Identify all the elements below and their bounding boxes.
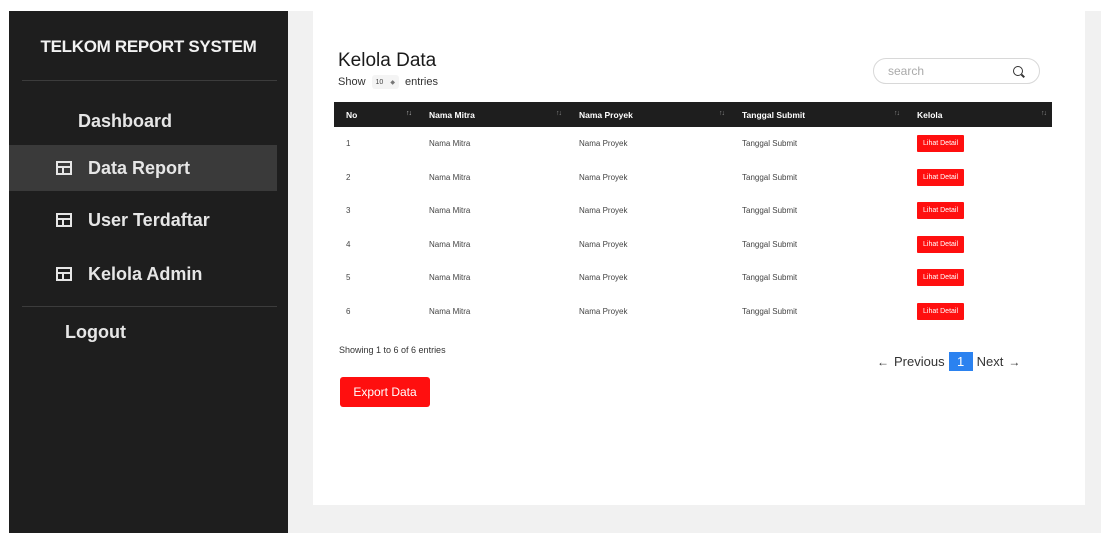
data-table: No ↑↓ Nama Mitra ↑↓ Nama Proyek ↑↓ Tanggal … — [334, 102, 1052, 328]
column-header-nama-proyek[interactable]: Nama Proyek ↑↓ — [567, 102, 730, 127]
sidebar-item-data-report[interactable]: Data Report — [9, 145, 277, 191]
entries-value: 10 — [375, 78, 384, 86]
cell-nama-proyek: Nama Proyek — [579, 172, 628, 182]
sidebar-item-dashboard[interactable]: Dashboard — [9, 98, 277, 144]
lihat-detail-button[interactable]: Lihat Detail — [917, 168, 965, 186]
cell-nama-mitra: Nama Mitra — [429, 139, 471, 149]
cell-no: 2 — [346, 172, 351, 182]
sidebar-item-kelola-admin[interactable]: Kelola Admin — [9, 251, 277, 297]
column-header-nama-mitra[interactable]: Nama Mitra ↑↓ — [417, 102, 567, 127]
cell-nama-proyek: Nama Proyek — [579, 306, 628, 316]
table-row: 5 Nama Mitra Nama Proyek Tanggal Submit … — [334, 261, 1052, 295]
cell-no: 5 — [346, 273, 351, 283]
select-caret-icon: ◆ — [390, 79, 395, 86]
sidebar-divider — [22, 306, 277, 307]
table-header-row: No ↑↓ Nama Mitra ↑↓ Nama Proyek ↑↓ Tanggal … — [334, 102, 1052, 127]
next-page-button[interactable]: Next — [977, 354, 1004, 369]
table-row: 1 Nama Mitra Nama Proyek Tanggal Submit … — [334, 127, 1052, 161]
cell-nama-proyek: Nama Proyek — [579, 273, 628, 283]
sort-icon: ↑↓ — [719, 110, 725, 117]
show-label: Show — [338, 76, 366, 88]
sort-icon: ↑↓ — [556, 110, 562, 117]
arrow-right-icon: → — [1008, 354, 1021, 369]
column-header-kelola[interactable]: Kelola ↑↓ — [905, 102, 1052, 127]
cell-kelola: Lihat Detail — [905, 261, 1052, 295]
cell-no: 4 — [346, 239, 351, 249]
cell-no: 3 — [346, 206, 351, 216]
app-window: TELKOM REPORT SYSTEM Dashboard Data Repo… — [0, 0, 1101, 533]
cell-tanggal-submit: Tanggal Submit — [742, 239, 798, 249]
search-icon[interactable] — [1013, 66, 1023, 76]
table-icon — [56, 161, 72, 175]
sort-asc-icon: ↑↓ — [406, 110, 412, 117]
entries-label: entries — [404, 76, 438, 88]
sidebar-divider — [22, 80, 277, 81]
sidebar-item-label: Data Report — [88, 157, 191, 178]
cell-kelola: Lihat Detail — [905, 161, 1052, 195]
arrow-left-icon: ← — [877, 354, 889, 369]
lihat-detail-button[interactable]: Lihat Detail — [917, 302, 965, 320]
sort-icon: ↑↓ — [1041, 110, 1047, 117]
cell-nama-mitra: Nama Mitra — [429, 172, 471, 182]
brand-title: TELKOM REPORT SYSTEM — [40, 37, 257, 56]
cell-nama-mitra: Nama Mitra — [429, 206, 471, 216]
sort-icon: ↑↓ — [894, 110, 900, 117]
lihat-detail-button[interactable]: Lihat Detail — [917, 202, 965, 220]
sidebar-item-user-terdaftar[interactable]: User Terdaftar — [9, 197, 277, 243]
logout-button[interactable]: Logout — [9, 309, 277, 355]
page-title: Kelola Data — [338, 50, 437, 71]
cell-nama-mitra: Nama Mitra — [429, 273, 471, 283]
lihat-detail-button[interactable]: Lihat Detail — [917, 269, 965, 287]
table-icon — [56, 267, 72, 281]
cell-tanggal-submit: Tanggal Submit — [742, 172, 798, 182]
lihat-detail-button[interactable]: Lihat Detail — [917, 135, 965, 153]
entries-select[interactable]: 10 ◆ — [371, 75, 399, 89]
table-row: 2 Nama Mitra Nama Proyek Tanggal Submit … — [334, 161, 1052, 195]
cell-kelola: Lihat Detail — [905, 295, 1052, 329]
page-1-button[interactable]: 1 — [948, 352, 973, 371]
previous-page-button[interactable]: Previous — [894, 354, 945, 369]
cell-nama-proyek: Nama Proyek — [579, 239, 628, 249]
search-input[interactable] — [888, 64, 998, 78]
pagination: ← Previous 1 Next → — [877, 352, 1020, 371]
table-info: Showing 1 to 6 of 6 entries — [339, 345, 446, 355]
cell-tanggal-submit: Tanggal Submit — [742, 139, 798, 149]
column-header-no[interactable]: No ↑↓ — [334, 102, 417, 127]
cell-kelola: Lihat Detail — [905, 228, 1052, 262]
cell-no: 6 — [346, 306, 351, 316]
cell-nama-mitra: Nama Mitra — [429, 306, 471, 316]
cell-nama-proyek: Nama Proyek — [579, 206, 628, 216]
cell-no: 1 — [346, 139, 351, 149]
sidebar-item-label: User Terdaftar — [88, 209, 210, 230]
cell-nama-mitra: Nama Mitra — [429, 239, 471, 249]
cell-kelola: Lihat Detail — [905, 194, 1052, 228]
table-row: 4 Nama Mitra Nama Proyek Tanggal Submit … — [334, 228, 1052, 262]
table-icon — [56, 213, 72, 227]
table-row: 3 Nama Mitra Nama Proyek Tanggal Submit … — [334, 194, 1052, 228]
sidebar-item-label: Dashboard — [78, 110, 173, 131]
table-row: 6 Nama Mitra Nama Proyek Tanggal Submit … — [334, 295, 1052, 329]
search-box — [873, 58, 1040, 84]
export-data-button[interactable]: Export Data — [340, 377, 430, 407]
cell-tanggal-submit: Tanggal Submit — [742, 273, 798, 283]
cell-tanggal-submit: Tanggal Submit — [742, 206, 798, 216]
cell-kelola: Lihat Detail — [905, 127, 1052, 161]
sidebar-item-label: Kelola Admin — [88, 263, 203, 284]
lihat-detail-button[interactable]: Lihat Detail — [917, 235, 965, 253]
cell-nama-proyek: Nama Proyek — [579, 139, 628, 149]
cell-tanggal-submit: Tanggal Submit — [742, 306, 798, 316]
entries-length-control: Show 10 ◆ entries — [338, 75, 438, 89]
column-header-tanggal-submit[interactable]: Tanggal Submit ↑↓ — [730, 102, 905, 127]
sidebar: TELKOM REPORT SYSTEM Dashboard Data Repo… — [9, 11, 288, 533]
logout-label: Logout — [65, 321, 126, 342]
